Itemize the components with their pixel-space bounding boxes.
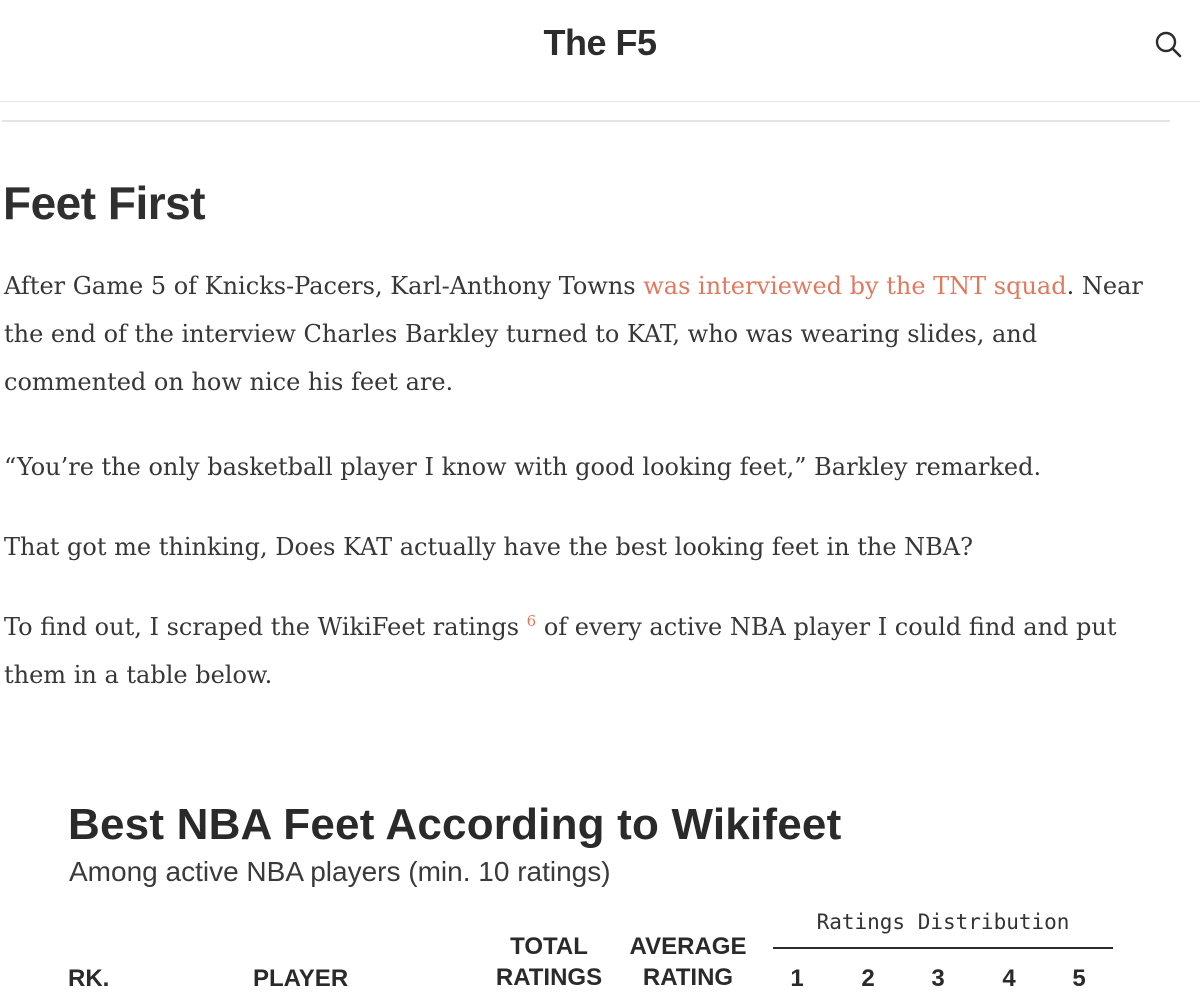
column-header-average-rating: AVERAGE RATING	[624, 931, 752, 993]
paragraph-4-text-start: To find out, I scraped the WikiFeet rati…	[4, 613, 527, 641]
footnote-link[interactable]: 6	[527, 612, 537, 630]
wikifeet-table-graphic: Best NBA Feet According to Wikifeet Amon…	[0, 790, 1200, 992]
post-title: Feet First	[3, 177, 206, 229]
header-divider	[2, 120, 1170, 122]
ratings-distribution-label: Ratings Distribution	[816, 910, 1070, 934]
search-icon	[1155, 31, 1182, 58]
chart-subtitle: Among active NBA players (min. 10 rating…	[69, 856, 611, 887]
paragraph-3: That got me thinking, Does KAT actually …	[4, 533, 973, 561]
column-header-total-line2: RATINGS	[495, 964, 603, 991]
tnt-interview-link[interactable]: was interviewed by the TNT squad	[643, 272, 1066, 300]
column-header-average-line2: RATING	[642, 964, 734, 991]
paragraph-1-text-start: After Game 5 of Knicks-Pacers, Karl-Anth…	[4, 272, 644, 300]
search-button[interactable]	[1150, 26, 1186, 62]
paragraph-1: After Game 5 of Knicks-Pacers, Karl-Anth…	[4, 262, 1184, 406]
ratings-distribution-rule	[773, 947, 1113, 949]
chart-title: Best NBA Feet According to Wikifeet	[68, 800, 842, 849]
site-header: The F5	[0, 0, 1200, 102]
site-title[interactable]: The F5	[0, 22, 1200, 64]
paragraph-4: To find out, I scraped the WikiFeet rati…	[4, 603, 1184, 699]
column-header-total-line1: TOTAL	[510, 933, 588, 960]
column-header-total-ratings: TOTAL RATINGS	[490, 931, 608, 993]
column-header-average-line1: AVERAGE	[629, 933, 747, 960]
paragraph-2: “You’re the only basketball player I kno…	[4, 453, 1042, 481]
